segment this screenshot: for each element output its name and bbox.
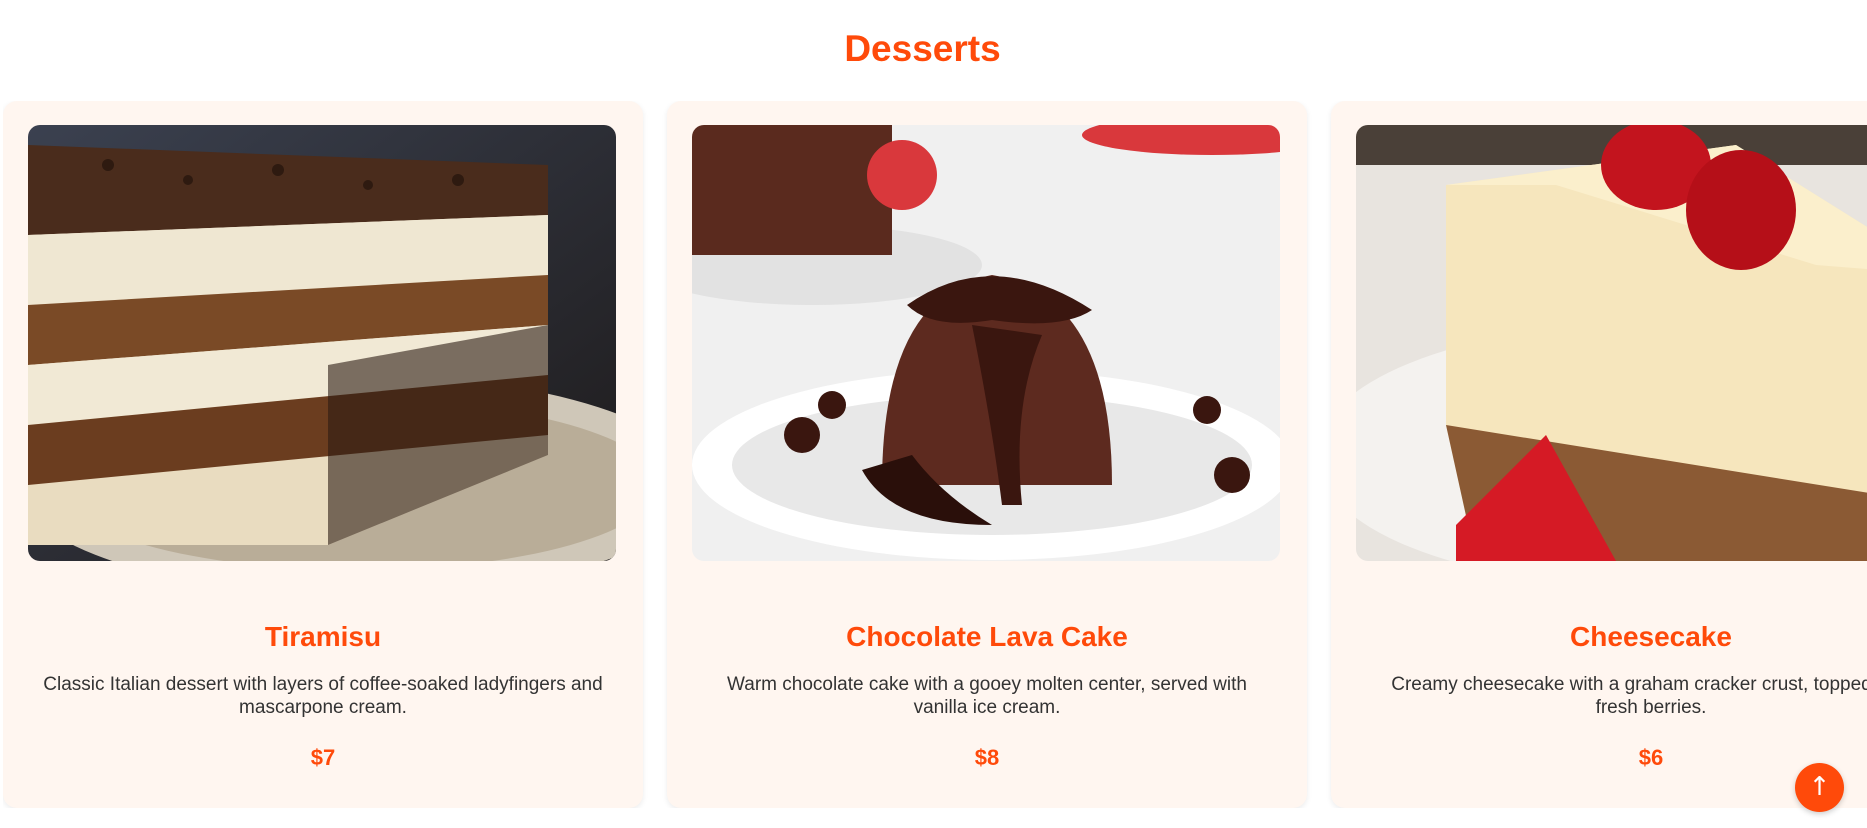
- chocolate-lava-cake-photo: [692, 125, 1280, 561]
- dessert-price: $6: [1638, 745, 1664, 770]
- dessert-name: Cheesecake: [1570, 621, 1732, 652]
- dessert-card-chocolate-lava-cake: Chocolate Lava Cake Warm chocolate cake …: [667, 101, 1307, 808]
- dessert-card-tiramisu: Tiramisu Classic Italian dessert with la…: [3, 101, 643, 808]
- cheesecake-photo: [1356, 125, 1867, 561]
- menu-page: Desserts Tiramisu Classic Italian desser…: [0, 0, 1867, 828]
- tiramisu-photo: [28, 125, 616, 561]
- dessert-name: Tiramisu: [264, 621, 382, 652]
- dessert-price: $7: [310, 745, 336, 770]
- dessert-price: $8: [974, 745, 1000, 770]
- dessert-description: Classic Italian dessert with layers of c…: [43, 674, 603, 718]
- dessert-description: Warm chocolate cake with a gooey molten …: [727, 674, 1247, 718]
- section-title: Desserts: [844, 28, 1001, 69]
- dessert-description: Creamy cheesecake with a graham cracker …: [1391, 674, 1867, 718]
- dessert-card-list: Tiramisu Classic Italian dessert with la…: [3, 101, 1867, 808]
- dessert-card-cheesecake: Cheesecake Creamy cheesecake with a grah…: [1331, 101, 1867, 808]
- dessert-name: Chocolate Lava Cake: [846, 621, 1128, 652]
- scroll-to-top-button[interactable]: ↑: [1795, 763, 1844, 812]
